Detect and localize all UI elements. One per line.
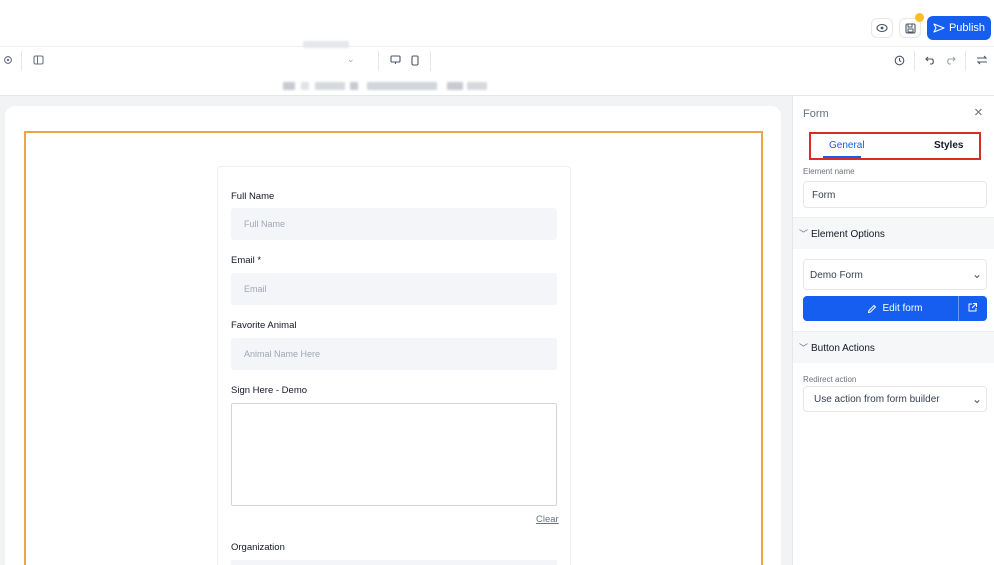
notification-dot xyxy=(915,13,924,22)
toolbar-divider xyxy=(965,51,966,71)
properties-panel: Form × General Styles Element name Form … xyxy=(792,96,994,565)
publish-button[interactable]: Publish xyxy=(927,16,991,40)
redirect-action-select[interactable]: Use action from form builder ⌄ xyxy=(803,386,987,412)
blurred-title xyxy=(303,41,349,48)
layout-icon[interactable] xyxy=(31,53,45,67)
chevron-down-icon: ⌄ xyxy=(972,392,983,406)
field-label-favorite-animal: Favorite Animal xyxy=(231,320,297,331)
organization-input[interactable] xyxy=(231,560,557,565)
top-header: Publish xyxy=(0,0,994,46)
chevron-down-icon: ﹀ xyxy=(799,229,809,239)
blurred-text xyxy=(447,82,463,90)
favorite-animal-input[interactable]: Animal Name Here xyxy=(231,338,557,370)
form-select-value: Demo Form xyxy=(810,270,863,281)
toolbar-divider xyxy=(378,51,379,71)
button-actions-header[interactable]: ﹀ Button Actions xyxy=(793,331,994,363)
field-label-organization: Organization xyxy=(231,542,285,553)
mobile-icon[interactable] xyxy=(408,53,422,67)
editor-canvas: Full Name Full Name Email * Email Favori… xyxy=(0,96,792,565)
editor-toolbar: ⌄ xyxy=(0,41,994,74)
save-icon xyxy=(904,22,916,34)
field-label-full-name: Full Name xyxy=(231,191,275,202)
chevron-down-icon: ⌄ xyxy=(347,54,355,64)
blurred-text xyxy=(367,82,437,90)
signature-pad[interactable] xyxy=(231,403,557,506)
toolbar-divider xyxy=(21,51,22,71)
form-select[interactable]: Demo Form ⌄ xyxy=(803,259,987,290)
element-options-label: Element Options xyxy=(811,229,885,240)
close-icon[interactable]: × xyxy=(974,104,983,121)
signature-label: Sign Here - Demo xyxy=(231,385,308,396)
publish-label: Publish xyxy=(948,22,986,34)
field-label-email: Email * xyxy=(231,255,262,266)
blurred-url-strip xyxy=(0,74,994,96)
tabs-highlight-box xyxy=(809,132,981,160)
clear-signature-link[interactable]: Clear xyxy=(536,514,559,525)
page-preview: Full Name Full Name Email * Email Favori… xyxy=(5,106,781,565)
blurred-text xyxy=(315,82,345,90)
toolbar-divider xyxy=(430,51,431,71)
blurred-text xyxy=(283,82,295,90)
send-icon xyxy=(933,23,945,33)
email-input[interactable]: Email xyxy=(231,273,557,305)
undo-icon[interactable] xyxy=(923,53,937,67)
form-preview[interactable]: Full Name Full Name Email * Email Favori… xyxy=(217,166,571,565)
settings-icon[interactable] xyxy=(1,53,15,67)
chevron-down-icon: ﹀ xyxy=(799,343,809,353)
desktop-icon[interactable] xyxy=(388,53,402,67)
element-name-input[interactable]: Form xyxy=(803,181,987,208)
button-actions-label: Button Actions xyxy=(811,343,875,354)
redirect-action-value: Use action from form builder xyxy=(814,394,940,405)
eye-icon xyxy=(876,23,888,33)
settings-toggle-icon[interactable] xyxy=(975,53,989,67)
history-icon[interactable] xyxy=(892,53,906,67)
blurred-text xyxy=(301,82,309,90)
redirect-action-label: Redirect action xyxy=(803,375,857,384)
blurred-text xyxy=(467,82,487,90)
edit-form-button[interactable]: Edit form xyxy=(803,296,987,321)
edit-form-label: Edit form xyxy=(882,303,923,314)
element-options-header[interactable]: ﹀ Element Options xyxy=(793,217,994,249)
preview-button[interactable] xyxy=(871,18,893,38)
toolbar-divider xyxy=(914,51,915,71)
redo-icon[interactable] xyxy=(943,53,957,67)
chevron-down-icon: ⌄ xyxy=(972,267,983,281)
element-name-label: Element name xyxy=(803,167,855,176)
full-name-input[interactable]: Full Name xyxy=(231,208,557,240)
button-divider xyxy=(958,296,959,321)
external-link-icon[interactable] xyxy=(967,302,978,313)
pencil-icon xyxy=(868,304,877,313)
blurred-text xyxy=(350,82,358,90)
panel-title: Form xyxy=(803,108,829,120)
device-dropdown[interactable]: ⌄ xyxy=(347,54,355,65)
